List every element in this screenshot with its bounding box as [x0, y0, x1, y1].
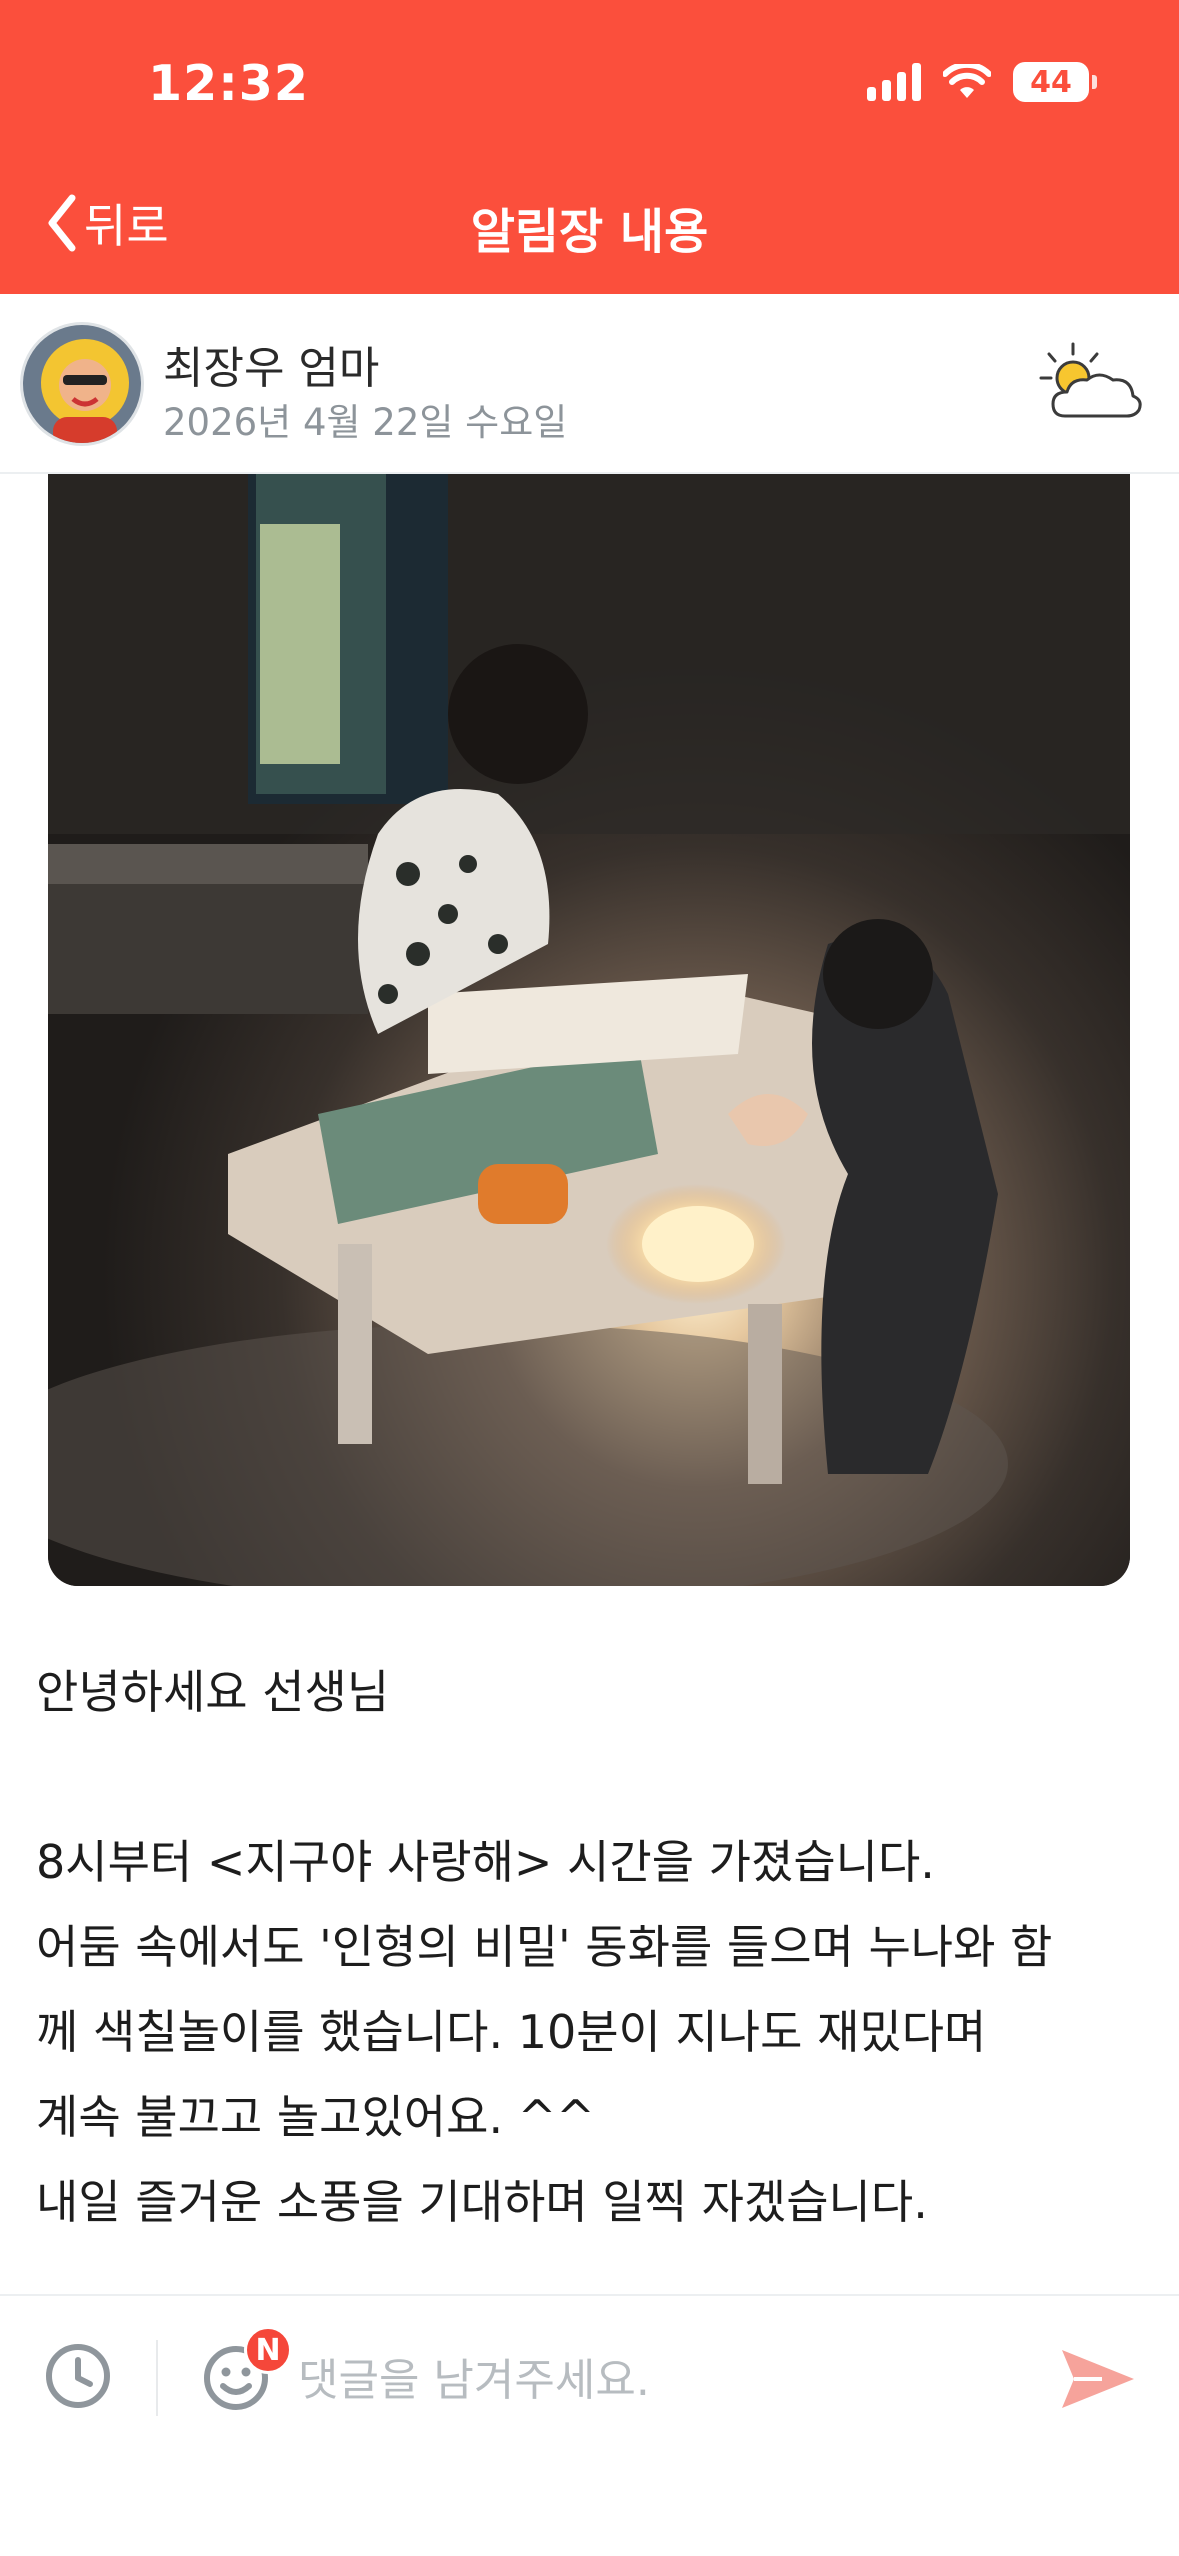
partly-cloudy-icon	[1039, 342, 1142, 418]
battery-level: 44	[1030, 64, 1072, 100]
author-row: 최장우 엄마 2026년 4월 22일 수요일	[0, 294, 1179, 474]
avatar[interactable]	[20, 322, 144, 446]
message-line: 계속 불끄고 놀고있어요. ^^	[36, 2090, 595, 2144]
divider	[156, 2340, 158, 2416]
status-icons: 44	[867, 62, 1097, 102]
message-line	[36, 1735, 1146, 1820]
status-time: 12:32	[148, 55, 309, 112]
cellular-signal-icon	[867, 63, 921, 101]
message-line: 어둠 속에서도 '인형의 비밀' 동화를 들으며 누나와 함	[36, 1920, 1053, 1974]
comment-bar: N	[0, 2294, 1179, 2464]
post-date: 2026년 4월 22일 수요일	[163, 401, 568, 444]
post-photo[interactable]	[48, 474, 1130, 1586]
post-message: 안녕하세요 선생님 8시부터 <지구야 사랑해> 시간을 가졌습니다. 어둠 속…	[36, 1650, 1146, 2245]
send-icon[interactable]	[1058, 2346, 1136, 2412]
author-name: 최장우 엄마	[163, 343, 380, 394]
app-header: 12:32 44 뒤로 알림장 내용	[0, 0, 1179, 294]
message-line: 내일 즐거운 소풍을 기대하며 일찍 자겠습니다.	[36, 2175, 928, 2229]
comment-input[interactable]	[298, 2340, 998, 2420]
message-line: 8시부터 <지구야 사랑해> 시간을 가졌습니다.	[36, 1835, 935, 1889]
photo-image	[48, 474, 1130, 1586]
wifi-icon	[943, 64, 991, 98]
message-line: 안녕하세요 선생님	[36, 1665, 390, 1719]
message-line: 께 색칠놀이를 했습니다. 10분이 지나도 재밌다며	[36, 2005, 987, 2059]
battery-icon: 44	[1013, 62, 1097, 102]
clock-icon[interactable]	[42, 2340, 114, 2412]
avatar-image	[23, 325, 141, 443]
page-title: 알림장 내용	[470, 204, 709, 260]
new-badge: N	[244, 2326, 292, 2374]
